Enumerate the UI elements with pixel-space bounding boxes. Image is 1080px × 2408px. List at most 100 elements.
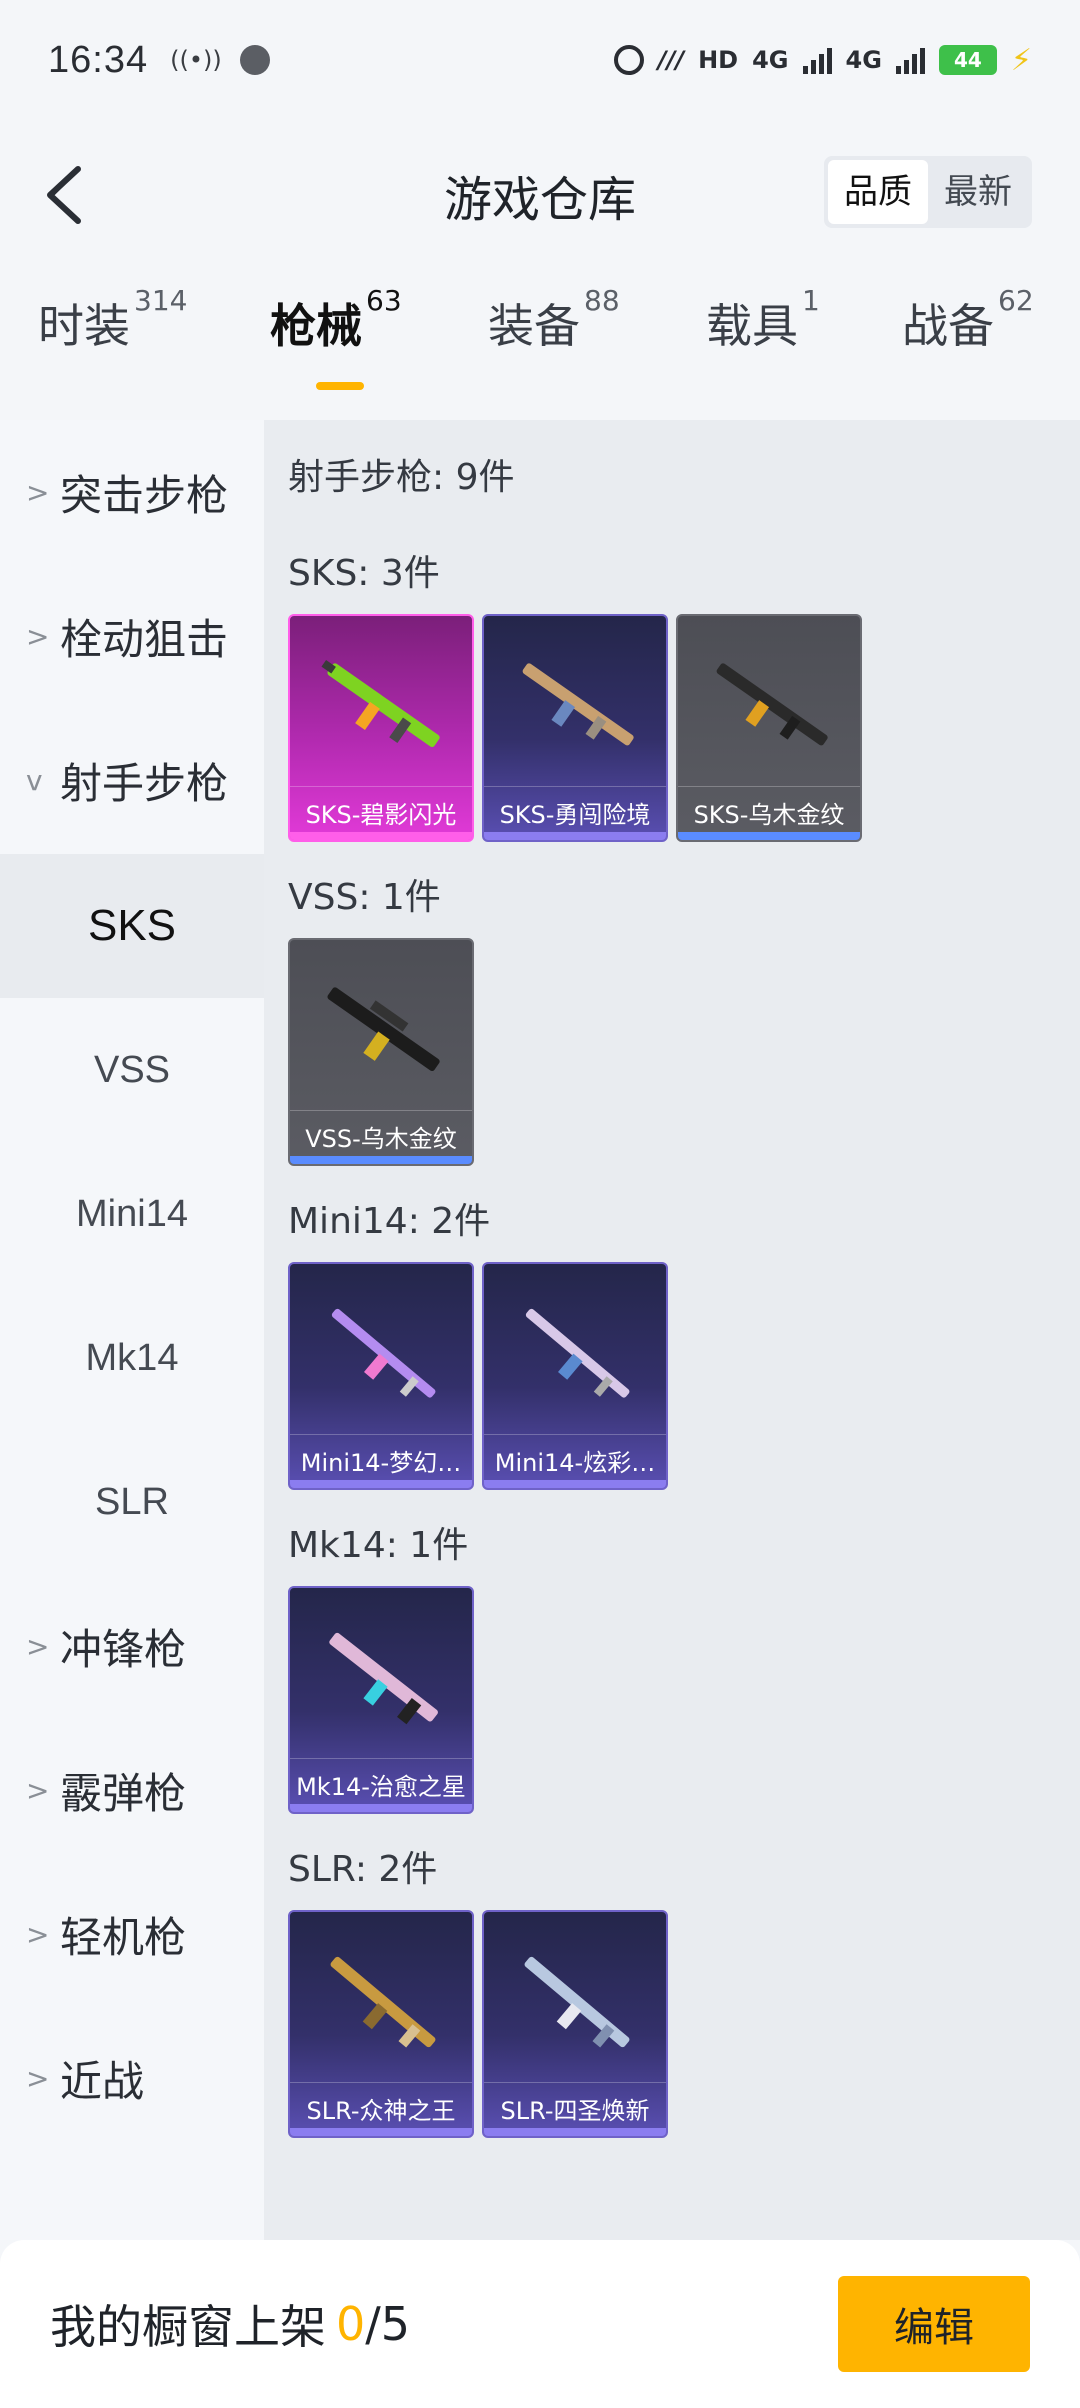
vpn-icon: ///	[657, 46, 685, 74]
showcase-current-count: 0	[336, 2297, 366, 2351]
sidebar-item-melee[interactable]: > 近战	[0, 2006, 264, 2150]
sidebar-item-label: 栓动狙击	[60, 614, 229, 664]
skin-name: Mini14-梦幻…	[290, 1434, 472, 1478]
rarity-bar	[290, 1804, 472, 1812]
skin-card[interactable]: SKS-勇闯险境	[482, 614, 668, 842]
chevron-left-icon	[47, 166, 81, 224]
chevron-right-icon: >	[26, 1917, 50, 1951]
sidebar-item-label: SLR	[95, 1480, 169, 1523]
category-summary: 射手步枪: 9件	[288, 457, 515, 498]
active-tab-indicator	[316, 382, 364, 390]
sort-toggle: 品质 最新	[824, 156, 1032, 228]
sidebar-item-label: 突击步枪	[60, 470, 229, 520]
sort-newest-option[interactable]: 最新	[928, 160, 1028, 224]
showcase-separator: /	[365, 2297, 381, 2351]
rarity-bar	[290, 1480, 472, 1488]
chevron-right-icon: >	[26, 1629, 50, 1663]
tab-firearms[interactable]: 枪械 63	[270, 284, 488, 400]
signal-icon-1	[802, 46, 832, 74]
sidebar-item-mk14[interactable]: Mk14	[0, 1286, 264, 1430]
sidebar-item-smg[interactable]: > 冲锋枪	[0, 1574, 264, 1718]
sidebar-item-bolt-sniper[interactable]: > 栓动狙击	[0, 564, 264, 708]
back-button[interactable]	[34, 160, 94, 230]
network-type-2: 4G	[845, 46, 882, 74]
sidebar-item-label: 霰弹枪	[60, 1768, 187, 1818]
skin-name: SKS-勇闯险境	[484, 786, 666, 830]
chevron-right-icon: >	[26, 1773, 50, 1807]
skin-card[interactable]: SLR-众神之王	[288, 1910, 474, 2138]
chevron-right-icon: >	[26, 619, 50, 653]
network-type-1: 4G	[752, 46, 789, 74]
tab-count: 63	[366, 284, 402, 317]
sidebar-item-label: 轻机枪	[60, 1912, 187, 1962]
rarity-bar	[290, 2128, 472, 2136]
tab-label: 战备	[902, 299, 994, 353]
showcase-label: 我的橱窗上架	[50, 2300, 326, 2354]
tab-count: 62	[998, 284, 1034, 317]
tab-equipment[interactable]: 装备 88	[488, 284, 706, 400]
showcase-total-count: 5	[380, 2297, 411, 2351]
section-title-sks: SKS: 3件	[288, 553, 440, 594]
status-time: 16:34	[48, 38, 149, 81]
skin-card[interactable]: Mk14-治愈之星	[288, 1586, 474, 1814]
tab-supplies[interactable]: 战备 62	[902, 284, 1080, 400]
rarity-bar	[484, 832, 666, 840]
app-notification-icon	[239, 45, 270, 75]
sidebar-item-slr[interactable]: SLR	[0, 1430, 264, 1574]
tab-label: 载具	[706, 299, 798, 353]
skin-card[interactable]: Mini14-炫彩…	[482, 1262, 668, 1490]
signal-icon-2	[895, 46, 925, 74]
sidebar-item-label: 射手步枪	[60, 758, 229, 808]
section-title-vss: VSS: 1件	[288, 877, 441, 918]
section-title-slr: SLR: 2件	[288, 1849, 438, 1890]
sidebar-item-assault-rifle[interactable]: > 突击步枪	[0, 420, 264, 564]
rarity-bar	[678, 832, 860, 840]
skin-card[interactable]: VSS-乌木金纹	[288, 938, 474, 1166]
sidebar-item-mini14[interactable]: Mini14	[0, 1142, 264, 1286]
tab-label: 时装	[38, 299, 130, 353]
sidebar-item-sks[interactable]: SKS	[0, 854, 264, 998]
category-tabs: 时装 314 枪械 63 装备 88 载具 1 战备 62	[0, 284, 1080, 410]
rarity-bar	[290, 1156, 472, 1164]
skin-name: Mk14-治愈之星	[290, 1758, 472, 1802]
sort-quality-option[interactable]: 品质	[828, 160, 928, 224]
hd-icon: HD	[698, 46, 739, 74]
section-title-mini14: Mini14: 2件	[288, 1201, 491, 1242]
tab-count: 314	[134, 284, 188, 317]
rifle-icon	[331, 1308, 436, 1398]
tab-count: 88	[584, 284, 620, 317]
chevron-right-icon: >	[26, 2061, 50, 2095]
sidebar-item-vss[interactable]: VSS	[0, 998, 264, 1142]
sidebar-item-marksman-rifle[interactable]: v 射手步枪	[0, 708, 264, 852]
skin-name: VSS-乌木金纹	[290, 1110, 472, 1154]
section-title-mk14: Mk14: 1件	[288, 1525, 469, 1566]
sidebar-item-label: Mk14	[85, 1336, 179, 1379]
charging-icon: ⚡	[1010, 42, 1032, 78]
sidebar-item-lmg[interactable]: > 轻机枪	[0, 1862, 264, 2006]
skin-card[interactable]: SKS-碧影闪光	[288, 614, 474, 842]
rifle-icon	[525, 1308, 630, 1398]
tab-fashion[interactable]: 时装 314	[38, 284, 270, 400]
skin-card[interactable]: SKS-乌木金纹	[676, 614, 862, 842]
rifle-icon	[321, 660, 440, 748]
edit-button[interactable]: 编辑	[838, 2276, 1030, 2372]
rifle-icon	[330, 1956, 436, 2048]
skin-name: SLR-四圣焕新	[484, 2082, 666, 2126]
skin-name: SKS-碧影闪光	[290, 786, 472, 830]
weapon-list: 射手步枪: 9件 SKS: 3件 SKS-碧影闪光 SKS-勇闯险境 SKS-乌…	[264, 420, 1080, 2240]
skin-name: SKS-乌木金纹	[678, 786, 860, 830]
rifle-icon	[716, 663, 828, 746]
skin-card[interactable]: Mini14-梦幻…	[288, 1262, 474, 1490]
skin-name: Mini14-炫彩…	[484, 1434, 666, 1478]
rarity-bar	[484, 1480, 666, 1488]
sidebar-item-label: Mini14	[76, 1192, 188, 1235]
chevron-down-icon: v	[26, 763, 43, 797]
rarity-bar	[290, 832, 472, 840]
tab-vehicles[interactable]: 载具 1	[706, 284, 902, 400]
skin-card[interactable]: SLR-四圣焕新	[482, 1910, 668, 2138]
battery-icon: 44	[938, 45, 997, 75]
chevron-right-icon: >	[26, 475, 50, 509]
sidebar-item-shotgun[interactable]: > 霰弹枪	[0, 1718, 264, 1862]
sidebar-item-label: 冲锋枪	[60, 1624, 187, 1674]
alarm-icon	[613, 45, 644, 75]
